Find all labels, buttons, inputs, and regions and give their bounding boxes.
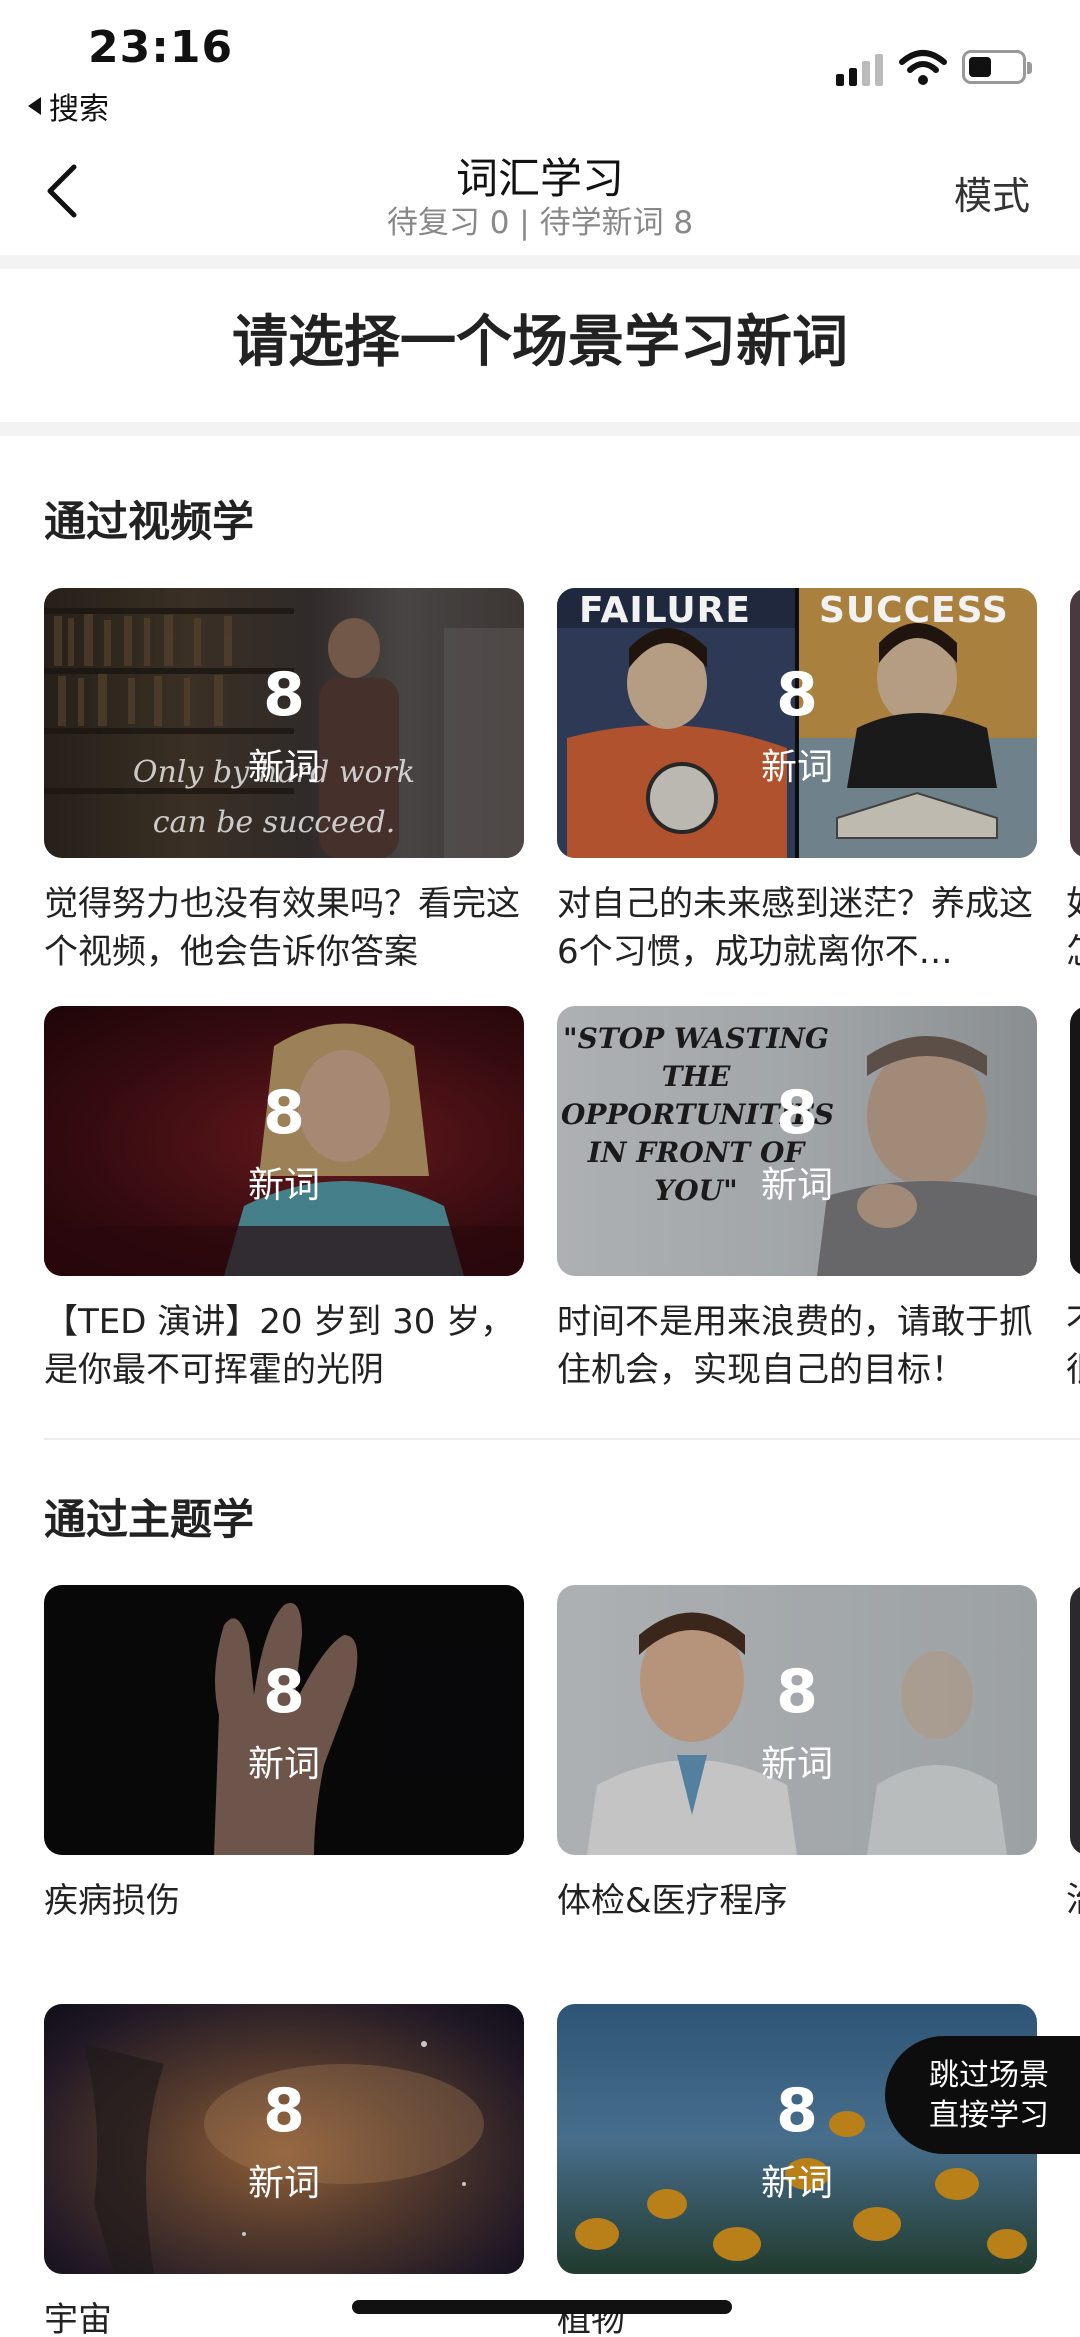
topic-thumbnail: 8 新词 [44, 2004, 524, 2274]
status-time: 23:16 [88, 22, 234, 73]
video-thumbnail: 8 新词 [44, 1006, 524, 1276]
new-word-label: 新词 [760, 1165, 833, 1206]
topic-card[interactable]: 8 新词 宇宙 [44, 2004, 524, 2337]
header-divider [0, 255, 1080, 269]
video-section-title: 通过视频学 [44, 497, 255, 546]
scene-prompt: 请选择一个场景学习新词 [232, 310, 848, 375]
new-word-count: 8 [263, 1078, 305, 1148]
topic-card[interactable]: 8 新词 体检&医疗程序 [557, 1585, 1037, 1925]
video-card[interactable]: 8 新词 【TED 演讲】20 岁到 30 岁，是你最不可挥霍的光阴 [44, 1006, 524, 1394]
section-divider [44, 1438, 1080, 1440]
video-card[interactable]: "STOP WASTING THE OPPORTUNITIES IN FRONT… [557, 1006, 1037, 1394]
new-word-label: 新词 [760, 1744, 833, 1785]
prompt-divider [0, 422, 1080, 436]
thumbnail-success-text: SUCCESS [819, 590, 1009, 631]
mode-button[interactable]: 模式 [954, 165, 1030, 220]
video-caption: 觉得努力也没有效果吗？看完这个视频，他会告诉你答案 [44, 884, 520, 972]
skip-button-line1: 跳过场景 [929, 2058, 1049, 2093]
battery-icon [962, 50, 1032, 84]
new-word-label: 新词 [247, 747, 320, 788]
new-word-count: 8 [776, 660, 818, 730]
topic-thumbnail: 8 新词 [44, 1585, 524, 1855]
next-card-peek-caption: 治 [1066, 1876, 1080, 1924]
video-caption: 时间不是用来浪费的，请敢于抓住机会，实现自己的目标！ [557, 1302, 1033, 1390]
new-word-label: 新词 [760, 2163, 833, 2204]
new-word-count: 8 [263, 1657, 305, 1727]
video-caption: 【TED 演讲】20 岁到 30 岁，是你最不可挥霍的光阴 [44, 1302, 515, 1390]
back-to-app-button[interactable]: 搜索 [28, 84, 109, 128]
next-card-peek[interactable] [1070, 588, 1080, 858]
thumbnail-failure-text: FAILURE [579, 590, 751, 631]
topic-caption: 体检&医疗程序 [557, 1881, 788, 1921]
topic-thumbnail: 8 新词 [557, 1585, 1037, 1855]
page-subtitle: 待复习 0 | 待学新词 8 [386, 205, 694, 241]
topic-section-title: 通过主题学 [44, 1495, 255, 1544]
new-word-count: 8 [263, 660, 305, 730]
new-word-label: 新词 [247, 1744, 320, 1785]
next-card-peek-caption: 如怎 [1066, 880, 1080, 976]
status-bar: 23:16 搜索 [0, 0, 1080, 135]
video-card[interactable]: FAILURE SUCCESS 8 新词 对自己的未来感到迷茫？养成这6个习惯，… [557, 588, 1037, 976]
next-card-peek[interactable] [1070, 1585, 1080, 1855]
skip-scene-button[interactable]: 跳过场景 直接学习 [885, 2036, 1080, 2154]
back-app-label: 搜索 [49, 92, 109, 127]
new-word-count: 8 [263, 2076, 305, 2146]
back-triangle-icon [28, 97, 41, 115]
new-word-label: 新词 [247, 1165, 320, 1206]
new-word-label: 新词 [760, 747, 833, 788]
video-thumbnail: FAILURE SUCCESS 8 新词 [557, 588, 1037, 858]
nav-bar: 词汇学习 待复习 0 | 待学新词 8 模式 [0, 135, 1080, 255]
video-caption: 对自己的未来感到迷茫？养成这6个习惯，成功就离你不… [557, 884, 1033, 972]
cellular-signal-icon [836, 52, 883, 86]
next-card-peek[interactable] [1070, 1006, 1080, 1276]
next-card-peek-caption: 不很 [1066, 1298, 1080, 1394]
home-indicator[interactable] [352, 2300, 732, 2314]
video-thumbnail: Only by hard work can be succeed. 8 新词 [44, 588, 524, 858]
wifi-icon [899, 50, 947, 85]
new-word-count: 8 [776, 1657, 818, 1727]
topic-card[interactable]: 8 新词 疾病损伤 [44, 1585, 524, 1925]
new-word-count: 8 [776, 1078, 818, 1148]
video-thumbnail: "STOP WASTING THE OPPORTUNITIES IN FRONT… [557, 1006, 1037, 1276]
topic-caption: 疾病损伤 [44, 1881, 180, 1921]
video-card[interactable]: Only by hard work can be succeed. 8 新词 觉… [44, 588, 524, 976]
new-word-label: 新词 [247, 2163, 320, 2204]
skip-button-line2: 直接学习 [929, 2098, 1049, 2133]
